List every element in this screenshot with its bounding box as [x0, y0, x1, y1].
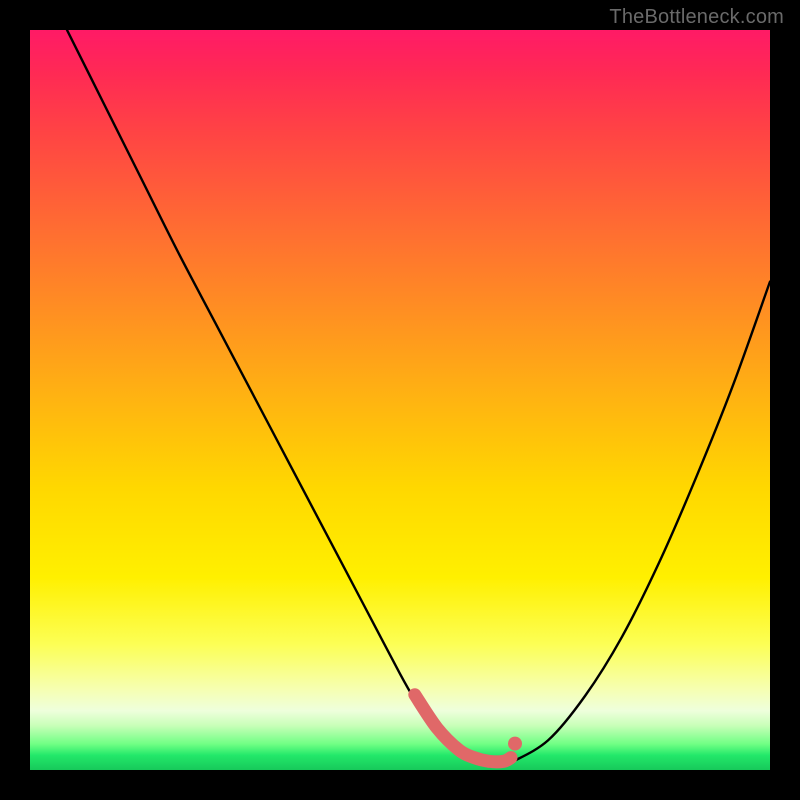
chart-stage: TheBottleneck.com	[0, 0, 800, 800]
optimal-range-marker	[415, 695, 511, 762]
plot-area	[30, 30, 770, 770]
bottleneck-curve	[67, 30, 770, 767]
attribution-text: TheBottleneck.com	[609, 6, 784, 29]
curve-layer	[30, 30, 770, 770]
optimal-range-end-dot	[508, 737, 522, 751]
